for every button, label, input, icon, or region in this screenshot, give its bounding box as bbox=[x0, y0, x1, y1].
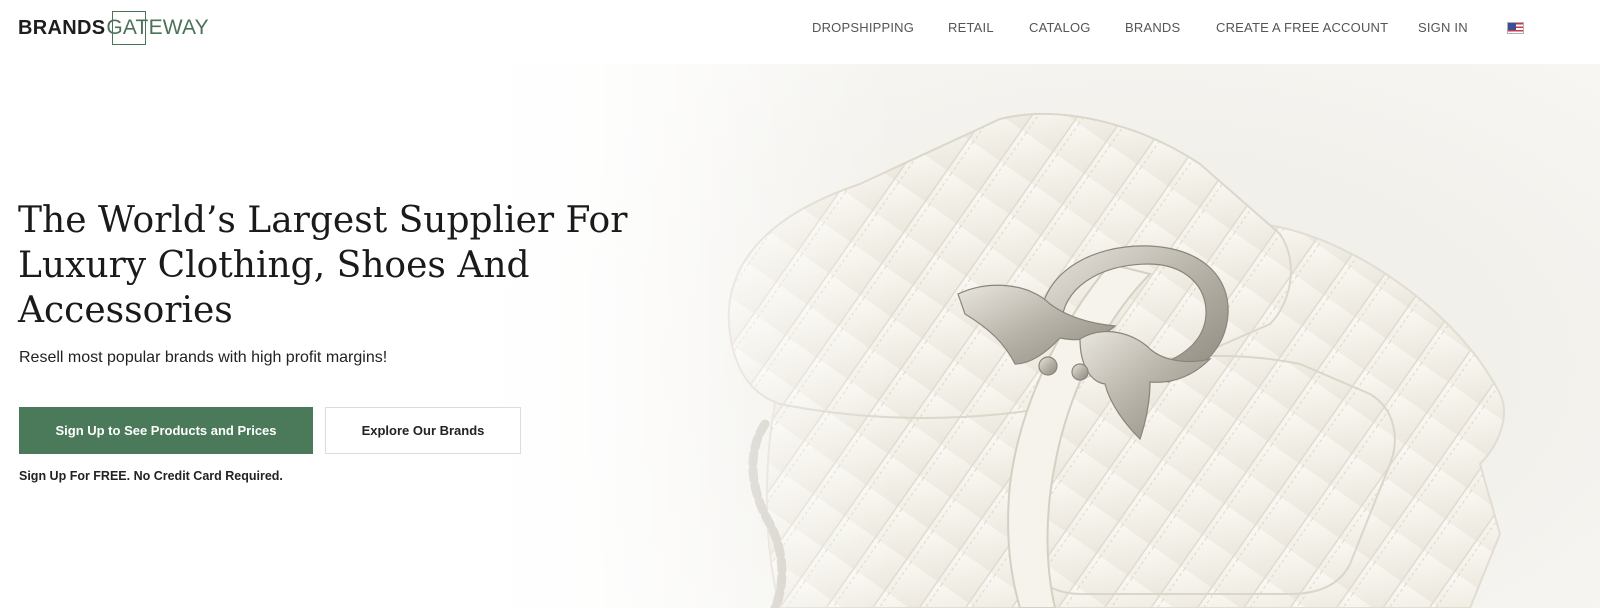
nav-sign-in[interactable]: SIGN IN bbox=[1418, 20, 1468, 35]
signup-note: Sign Up For FREE. No Credit Card Require… bbox=[19, 469, 283, 483]
flag-canton bbox=[1508, 23, 1516, 30]
nav-retail[interactable]: RETAIL bbox=[948, 20, 994, 35]
site-header: BRANDS GATEWAY DROPSHIPPING RETAIL CATAL… bbox=[0, 0, 1600, 64]
hero-section bbox=[0, 64, 1600, 608]
nav-catalog[interactable]: CATALOG bbox=[1029, 20, 1091, 35]
hero-subheadline: Resell most popular brands with high pro… bbox=[19, 349, 388, 366]
main-nav: DROPSHIPPING RETAIL CATALOG BRANDS CREAT… bbox=[0, 20, 1600, 36]
nav-brands[interactable]: BRANDS bbox=[1125, 20, 1180, 35]
nav-create-account[interactable]: CREATE A FREE ACCOUNT bbox=[1216, 20, 1388, 35]
explore-brands-button[interactable]: Explore Our Brands bbox=[325, 407, 521, 454]
hero-headline: The World’s Largest Supplier For Luxury … bbox=[18, 200, 628, 331]
us-flag-icon[interactable] bbox=[1507, 22, 1524, 34]
signup-button[interactable]: Sign Up to See Products and Prices bbox=[19, 407, 313, 454]
hero-fade-overlay bbox=[0, 64, 1600, 608]
nav-dropshipping[interactable]: DROPSHIPPING bbox=[812, 20, 914, 35]
